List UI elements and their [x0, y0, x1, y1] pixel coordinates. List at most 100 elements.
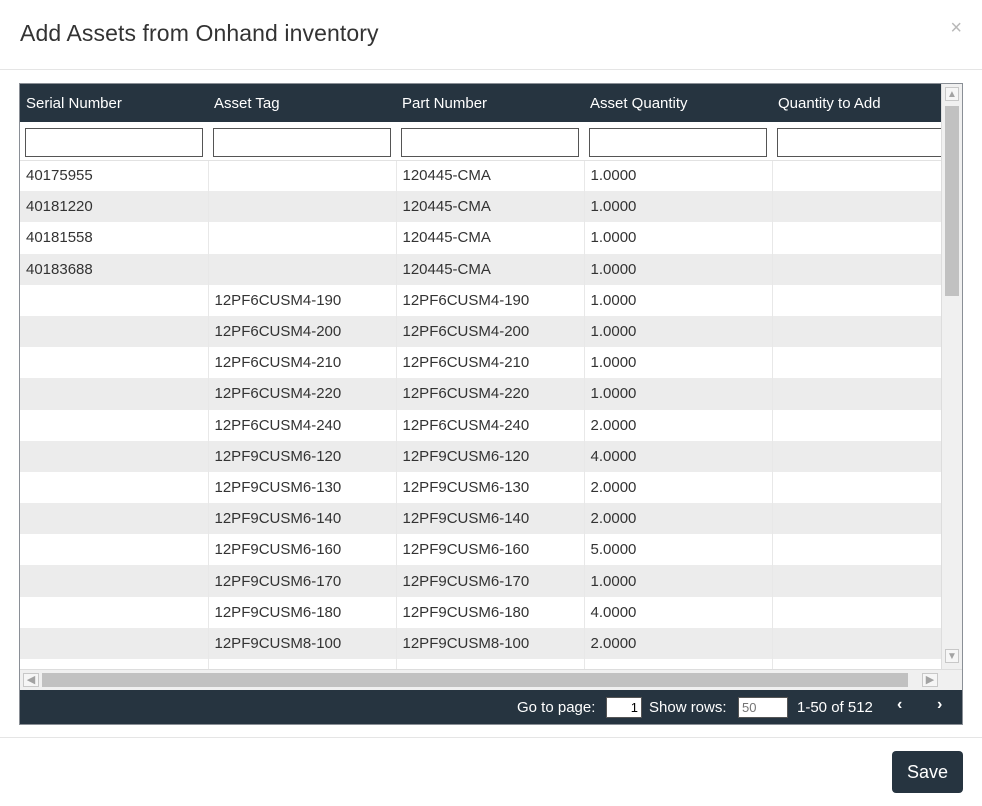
- cell-quantity-to-add[interactable]: [772, 284, 941, 316]
- cell-serial-number: [20, 315, 209, 348]
- table-row[interactable]: 40183688 120445-CMA 1.0000: [20, 253, 941, 285]
- cell-serial-number: [20, 471, 209, 504]
- table-row[interactable]: 12PF6CUSM4-210 12PF6CUSM4-210 1.0000: [20, 347, 941, 379]
- cell-asset-tag: 12PF9CUSM6-120: [208, 440, 397, 472]
- cell-serial-number: [20, 565, 209, 597]
- cell-quantity-to-add[interactable]: [772, 471, 941, 504]
- cell-quantity-to-add[interactable]: [772, 191, 941, 223]
- filter-row: [20, 122, 941, 161]
- cell-asset-tag: 12PF9CUSM6-130: [208, 471, 397, 504]
- table-row[interactable]: 12PF9CUSM6-180 12PF9CUSM6-180 4.0000: [20, 596, 941, 628]
- cell-part-number: 12PF6CUSM4-220: [396, 378, 585, 410]
- modal-footer: [0, 737, 982, 806]
- cell-part-number: 12PF9CUSM6-140: [396, 503, 585, 535]
- scroll-left-icon[interactable]: ◀: [23, 673, 39, 687]
- cell-serial-number: [20, 347, 209, 379]
- add-assets-modal: Add Assets from Onhand inventory × Seria…: [0, 0, 982, 806]
- cell-serial-number: [20, 659, 209, 669]
- table-row[interactable]: 40175955 120445-CMA 1.0000: [20, 160, 941, 192]
- filter-part-number-input[interactable]: [401, 127, 579, 157]
- cell-quantity-to-add[interactable]: [772, 659, 941, 669]
- table-row[interactable]: 12PF6CUSM4-200 12PF6CUSM4-200 1.0000: [20, 315, 941, 348]
- vertical-scrollbar[interactable]: ▲ ▼: [941, 84, 962, 669]
- table-row[interactable]: 12PF9CUSM6-130 12PF9CUSM6-130 2.0000: [20, 471, 941, 504]
- cell-quantity-to-add[interactable]: [772, 627, 941, 659]
- cell-asset-quantity: 5.0000: [584, 534, 773, 566]
- cell-asset-tag: 12PF9CUSM6-160: [208, 534, 397, 566]
- cell-quantity-to-add[interactable]: [772, 160, 941, 192]
- filter-serial-number-input[interactable]: [25, 127, 203, 157]
- table-row[interactable]: 12PF6CUSM4-190 12PF6CUSM4-190 1.0000: [20, 284, 941, 316]
- column-header-part-number[interactable]: Part Number: [396, 84, 584, 122]
- cell-serial-number: [20, 440, 209, 472]
- previous-page-icon[interactable]: ‹: [897, 696, 902, 714]
- cell-quantity-to-add[interactable]: [772, 315, 941, 348]
- cell-quantity-to-add[interactable]: [772, 222, 941, 254]
- page-range-text: 1-50 of 512: [797, 699, 873, 716]
- cell-asset-quantity: 1.0000: [584, 253, 773, 285]
- scroll-down-icon[interactable]: ▼: [945, 649, 959, 663]
- go-to-page-label: Go to page:: [517, 699, 596, 716]
- column-header-quantity-to-add[interactable]: Quantity to Add: [772, 84, 941, 122]
- cell-quantity-to-add[interactable]: [772, 409, 941, 441]
- table-row[interactable]: 40181558 120445-CMA 1.0000: [20, 222, 941, 254]
- header-row: Serial Number Asset Tag Part Number Asse…: [20, 84, 941, 122]
- cell-serial-number: [20, 503, 209, 535]
- cell-serial-number: 40181558: [20, 222, 209, 254]
- cell-asset-tag: [208, 222, 397, 254]
- column-header-asset-tag[interactable]: Asset Tag: [208, 84, 396, 122]
- cell-part-number: 12PF9CUSM8-100: [396, 627, 585, 659]
- cell-asset-tag: 12PF9CUSM6-140: [208, 503, 397, 535]
- table-row[interactable]: 12PF9CUSM6-160 12PF9CUSM6-160 5.0000: [20, 534, 941, 566]
- filter-quantity-to-add-input[interactable]: [777, 127, 941, 157]
- table-row[interactable]: 12PF9CUSM6-140 12PF9CUSM6-140 2.0000: [20, 503, 941, 535]
- cell-serial-number: [20, 409, 209, 441]
- table-row[interactable]: 12PF9CUSM6-120 12PF9CUSM6-120 4.0000: [20, 440, 941, 472]
- close-icon[interactable]: ×: [950, 18, 962, 38]
- cell-asset-tag: 12PF9CUSM6-170: [208, 565, 397, 597]
- cell-asset-tag: 12PF6CUSM4-200: [208, 315, 397, 348]
- horizontal-scroll-thumb[interactable]: [42, 673, 908, 687]
- cell-quantity-to-add[interactable]: [772, 440, 941, 472]
- grid-body: 40175955 120445-CMA 1.0000 40181220 120445-C…: [20, 160, 941, 669]
- save-button[interactable]: Save: [892, 751, 963, 793]
- next-page-icon[interactable]: ›: [937, 696, 942, 714]
- cell-serial-number: 40183688: [20, 253, 209, 285]
- column-header-serial-number[interactable]: Serial Number: [20, 84, 208, 122]
- grid-viewport: Serial Number Asset Tag Part Number Asse…: [20, 84, 941, 669]
- column-header-asset-quantity[interactable]: Asset Quantity: [584, 84, 772, 122]
- scroll-right-icon[interactable]: ▶: [922, 673, 938, 687]
- table-row[interactable]: 12PF6CUSM4-240 12PF6CUSM4-240 2.0000: [20, 409, 941, 441]
- cell-asset-quantity: 1.0000: [584, 347, 773, 379]
- table-row[interactable]: [20, 659, 941, 669]
- cell-quantity-to-add[interactable]: [772, 378, 941, 410]
- cell-quantity-to-add[interactable]: [772, 253, 941, 285]
- assets-grid: Serial Number Asset Tag Part Number Asse…: [19, 83, 963, 725]
- cell-asset-tag: [208, 191, 397, 223]
- cell-asset-tag: [208, 253, 397, 285]
- rows-per-page-input[interactable]: [738, 697, 788, 718]
- cell-quantity-to-add[interactable]: [772, 347, 941, 379]
- vertical-scroll-thumb[interactable]: [945, 106, 959, 296]
- cell-serial-number: 40175955: [20, 160, 209, 192]
- table-row[interactable]: 12PF9CUSM8-100 12PF9CUSM8-100 2.0000: [20, 627, 941, 659]
- table-row[interactable]: 12PF6CUSM4-220 12PF6CUSM4-220 1.0000: [20, 378, 941, 410]
- table-row[interactable]: 40181220 120445-CMA 1.0000: [20, 191, 941, 223]
- cell-asset-quantity: 2.0000: [584, 627, 773, 659]
- cell-quantity-to-add[interactable]: [772, 503, 941, 535]
- cell-asset-quantity: 2.0000: [584, 471, 773, 504]
- filter-asset-quantity-input[interactable]: [589, 127, 767, 157]
- cell-asset-quantity: 1.0000: [584, 565, 773, 597]
- filter-asset-tag-input[interactable]: [213, 127, 391, 157]
- cell-quantity-to-add[interactable]: [772, 565, 941, 597]
- cell-asset-tag: [208, 160, 397, 192]
- horizontal-scrollbar[interactable]: ◀ ▶: [20, 669, 962, 690]
- table-row[interactable]: 12PF9CUSM6-170 12PF9CUSM6-170 1.0000: [20, 565, 941, 597]
- cell-asset-quantity: 1.0000: [584, 222, 773, 254]
- cell-quantity-to-add[interactable]: [772, 534, 941, 566]
- page-number-input[interactable]: [606, 697, 642, 718]
- scroll-up-icon[interactable]: ▲: [945, 87, 959, 101]
- cell-asset-quantity: 1.0000: [584, 191, 773, 223]
- cell-quantity-to-add[interactable]: [772, 596, 941, 628]
- cell-serial-number: [20, 378, 209, 410]
